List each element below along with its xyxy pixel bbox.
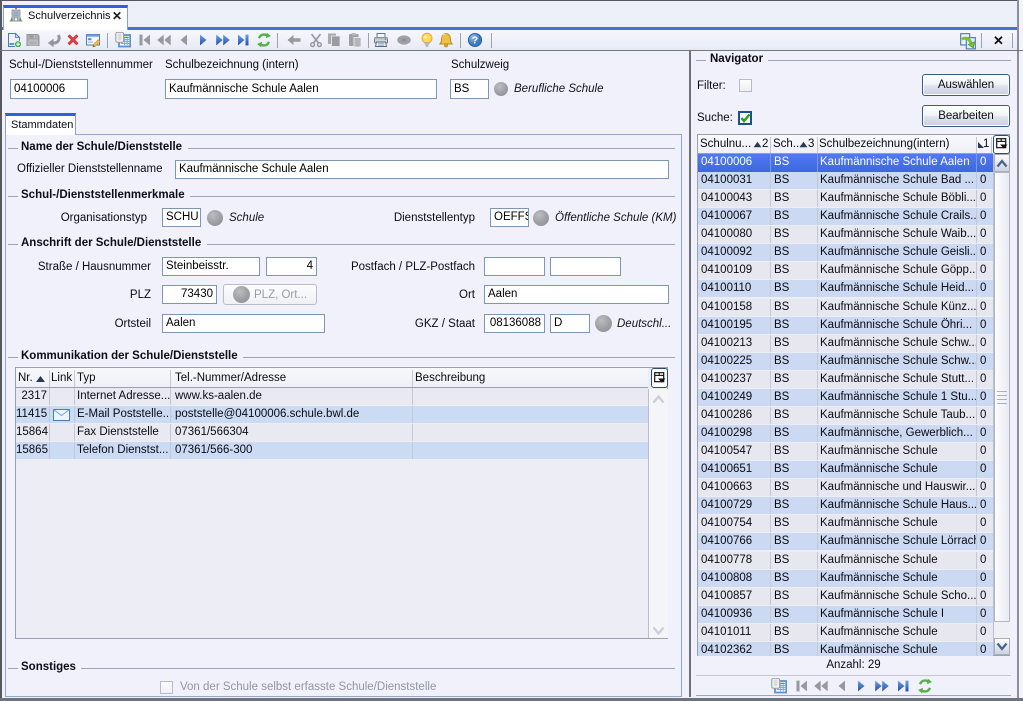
svg-text:?: ? — [472, 35, 478, 47]
